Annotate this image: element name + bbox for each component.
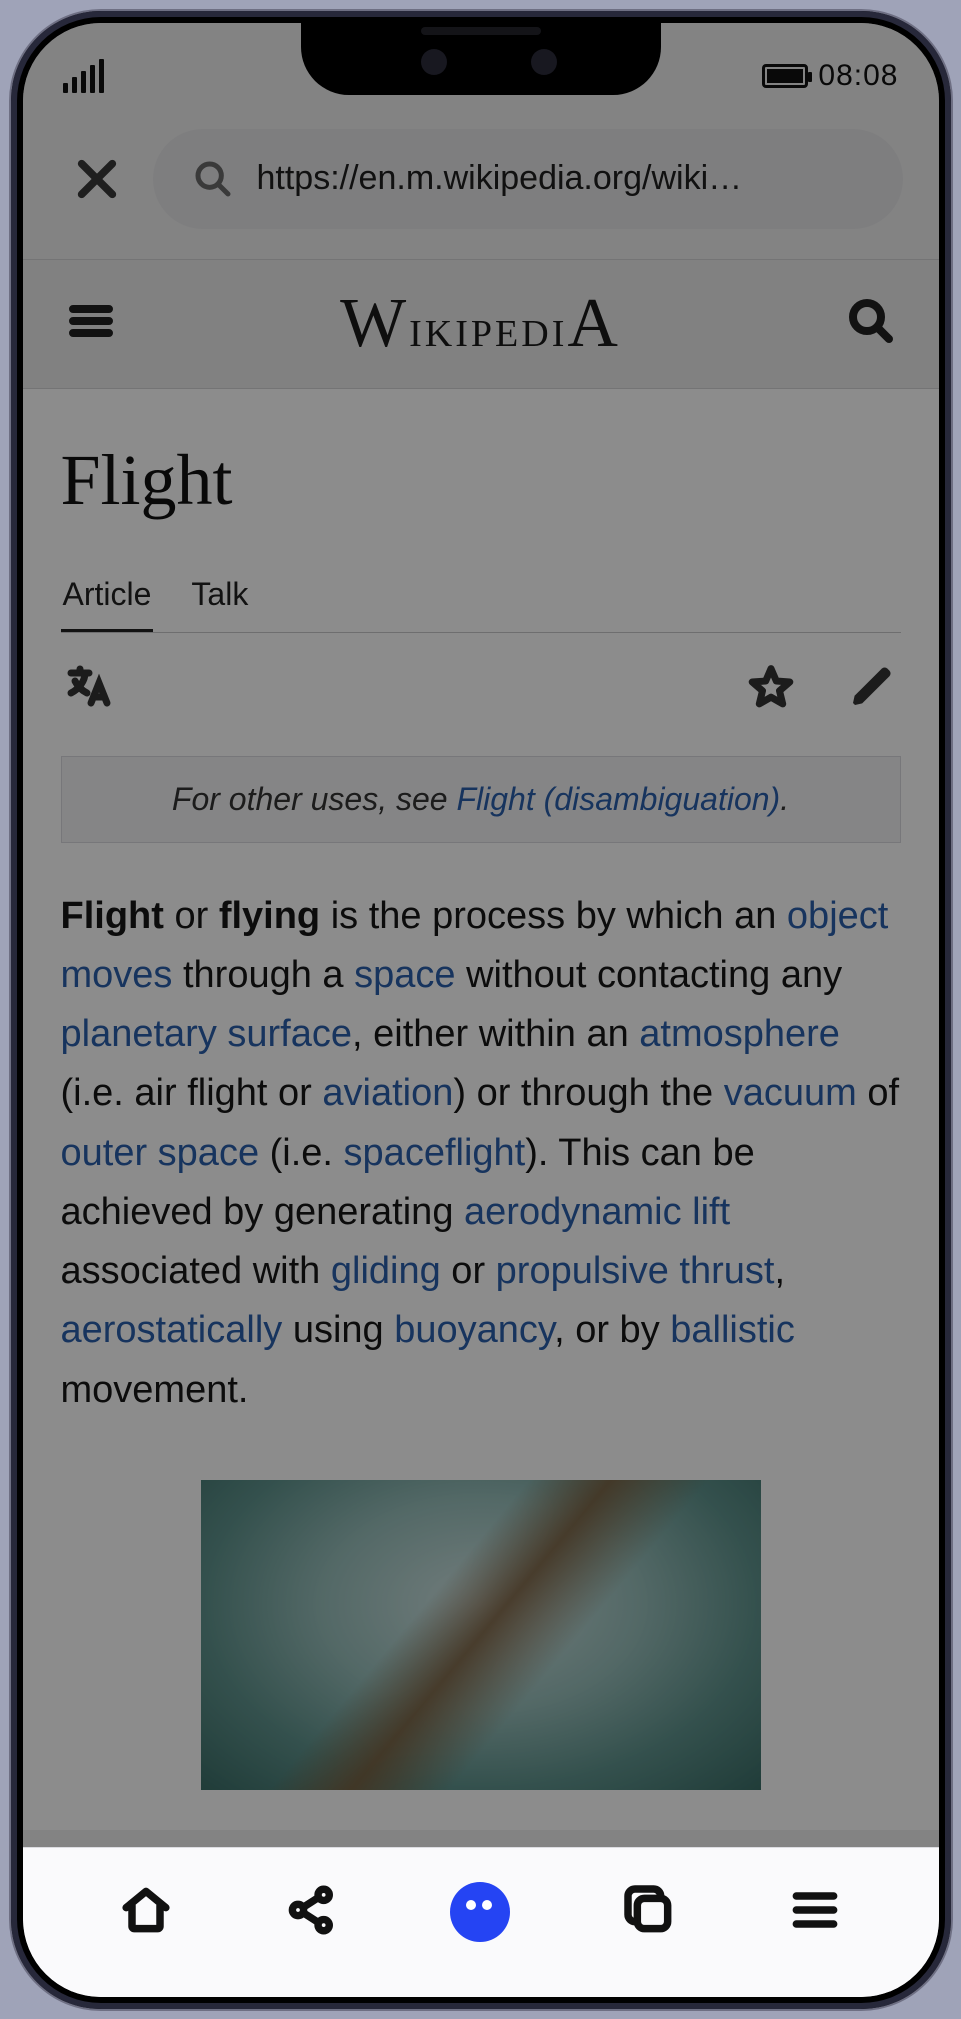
- link-aviation[interactable]: aviation: [322, 1072, 453, 1114]
- clock: 08:08: [818, 59, 898, 93]
- site-header: WikipediA: [23, 259, 939, 389]
- home-icon: [118, 1882, 174, 1938]
- link-aerostatically[interactable]: aerostatically: [61, 1309, 283, 1351]
- article-actions: [65, 663, 897, 716]
- link-moves[interactable]: moves: [61, 954, 173, 996]
- article: Flight Article Talk: [23, 389, 939, 1830]
- link-atmosphere[interactable]: atmosphere: [639, 1013, 840, 1055]
- close-icon: [74, 156, 120, 202]
- hatnote-link[interactable]: Flight (disambiguation): [456, 781, 780, 817]
- link-outer-space[interactable]: outer space: [61, 1132, 260, 1174]
- tab-article[interactable]: Article: [61, 576, 154, 632]
- watch-star-button[interactable]: [747, 663, 795, 716]
- link-object[interactable]: object: [787, 895, 888, 937]
- phone-frame: 08:08 https://en.m.wikipedia.org/wiki…: [11, 11, 951, 2009]
- site-logo[interactable]: WikipediA: [340, 284, 621, 364]
- tab-talk[interactable]: Talk: [189, 576, 250, 632]
- search-icon: [193, 159, 233, 199]
- link-gliding[interactable]: gliding: [331, 1250, 441, 1292]
- hamburger-icon: [67, 297, 115, 345]
- address-bar[interactable]: https://en.m.wikipedia.org/wiki…: [153, 129, 903, 229]
- pelican-flying-image: [201, 1480, 761, 1790]
- article-tabs: Article Talk: [61, 576, 901, 633]
- edit-pencil-icon: [849, 663, 897, 711]
- site-menu-button[interactable]: [67, 297, 115, 350]
- link-planetary-surface[interactable]: planetary surface: [61, 1013, 353, 1055]
- page-content: 08:08 https://en.m.wikipedia.org/wiki…: [23, 23, 939, 1997]
- link-vacuum[interactable]: vacuum: [724, 1072, 857, 1114]
- menu-icon: [787, 1882, 843, 1938]
- nav-assistant-button[interactable]: [450, 1882, 510, 1942]
- browser-toolbar: https://en.m.wikipedia.org/wiki…: [23, 99, 939, 259]
- link-space[interactable]: space: [354, 954, 455, 996]
- link-buoyancy[interactable]: buoyancy: [394, 1309, 554, 1351]
- signal-icon: [63, 61, 104, 93]
- tabs-icon: [621, 1882, 677, 1938]
- url-text: https://en.m.wikipedia.org/wiki…: [257, 159, 743, 198]
- language-button[interactable]: [65, 663, 113, 716]
- link-spaceflight[interactable]: spaceflight: [344, 1132, 526, 1174]
- nav-menu-button[interactable]: [787, 1882, 843, 1943]
- share-icon: [284, 1882, 340, 1938]
- display-notch: [301, 23, 661, 95]
- nav-home-button[interactable]: [118, 1882, 174, 1943]
- battery-icon: [762, 64, 808, 88]
- edit-button[interactable]: [849, 663, 897, 716]
- lead-image[interactable]: [61, 1480, 901, 1790]
- language-icon: [65, 663, 113, 711]
- page-title: Flight: [61, 439, 901, 522]
- lead-paragraph: Flight or flying is the process by which…: [61, 887, 901, 1420]
- browser-bottom-nav: [23, 1847, 939, 1997]
- screen: 08:08 https://en.m.wikipedia.org/wiki…: [23, 23, 939, 1997]
- site-search-button[interactable]: [847, 297, 895, 350]
- nav-share-button[interactable]: [284, 1882, 340, 1943]
- star-icon: [747, 663, 795, 711]
- search-icon: [847, 297, 895, 345]
- hatnote: For other uses, see Flight (disambiguati…: [61, 756, 901, 843]
- link-ballistic[interactable]: ballistic: [670, 1309, 795, 1351]
- close-button[interactable]: [67, 149, 127, 209]
- link-propulsive-thrust[interactable]: propulsive thrust: [496, 1250, 775, 1292]
- nav-tabs-button[interactable]: [621, 1882, 677, 1943]
- link-aerodynamic-lift[interactable]: aerodynamic lift: [464, 1191, 730, 1233]
- hatnote-text: For other uses, see: [172, 781, 457, 817]
